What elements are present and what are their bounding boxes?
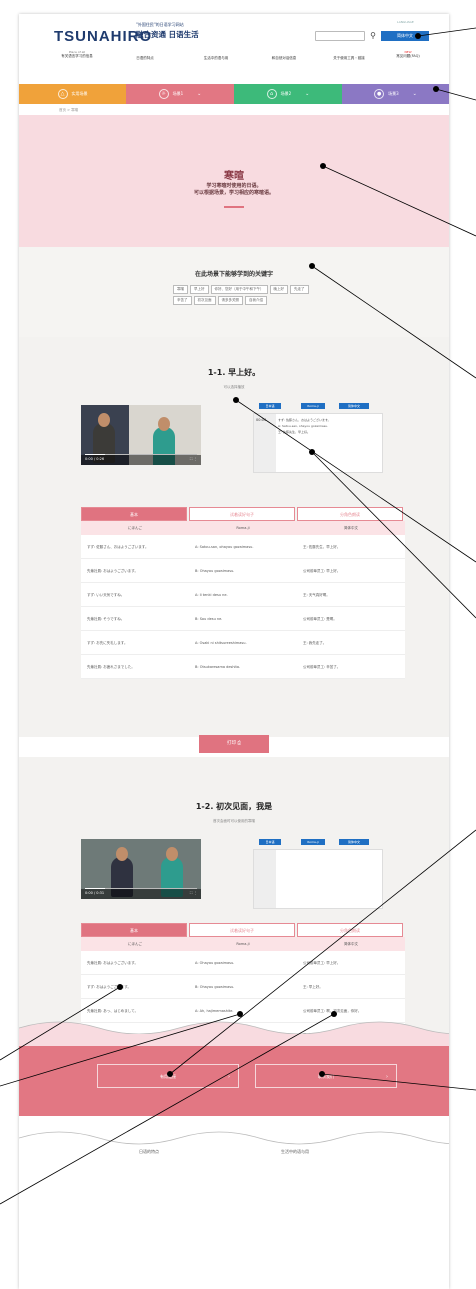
annotation-lines [0,27,476,1205]
